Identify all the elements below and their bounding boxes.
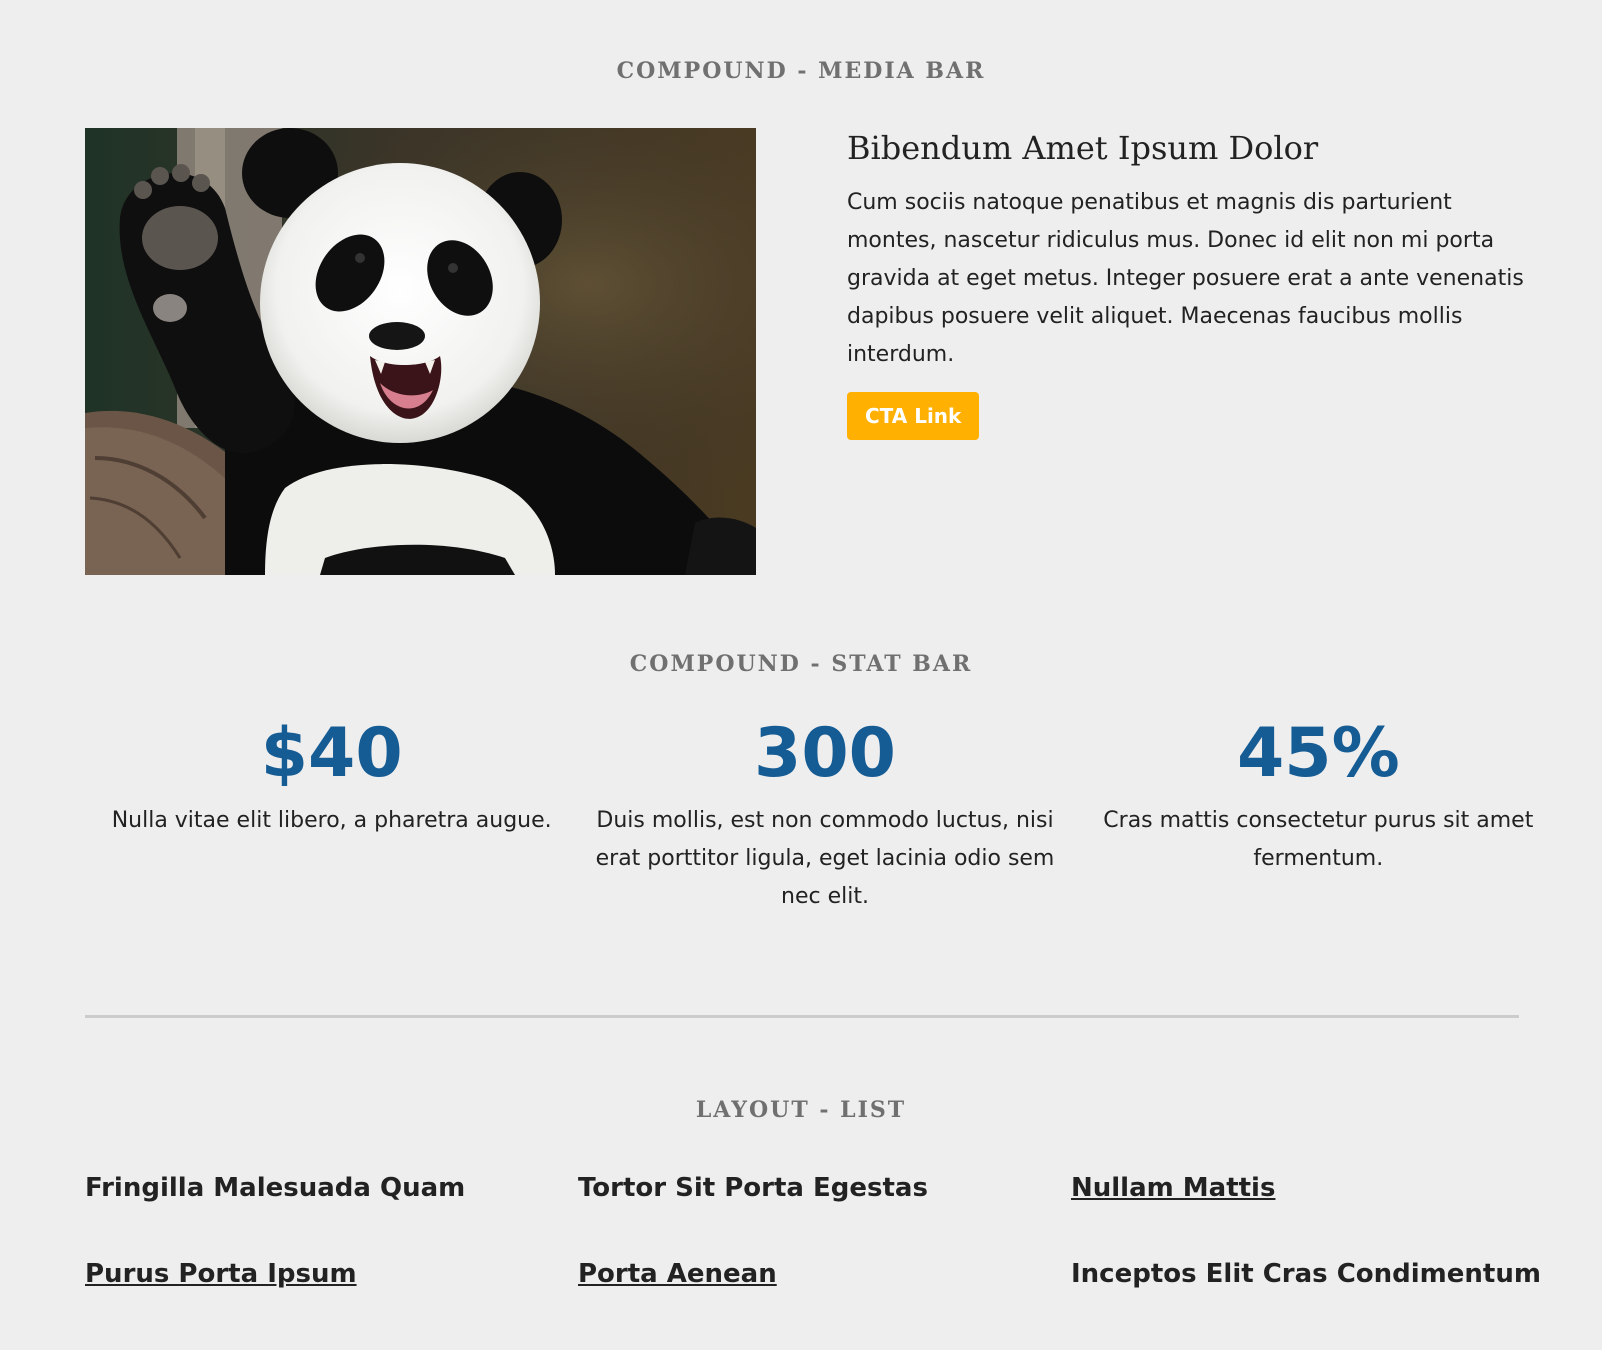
list-item: Tortor Sit Porta Egestas: [578, 1173, 928, 1203]
media-heading: Bibendum Amet Ipsum Dolor: [847, 129, 1319, 167]
list-item: Fringilla Malesuada Quam: [85, 1173, 466, 1203]
media-body-text: Cum sociis natoque penatibus et magnis d…: [847, 189, 1524, 367]
layout-list-section-title: LAYOUT - LIST: [695, 1097, 907, 1123]
media-bar-section-title: COMPOUND - MEDIA BAR: [616, 58, 986, 84]
list-item: Inceptos Elit Cras Condimentum: [1071, 1259, 1541, 1289]
panda-image: [85, 128, 756, 575]
cta-link-button[interactable]: CTA Link: [847, 391, 980, 440]
stat-item: $40 Nulla vitae elit libero, a pharetra …: [85, 720, 578, 916]
list-item-link[interactable]: Porta Aenean: [578, 1256, 1071, 1292]
stat-value: 45%: [1236, 714, 1400, 793]
stat-value: 300: [754, 714, 896, 793]
stat-bar: $40 Nulla vitae elit libero, a pharetra …: [85, 720, 1565, 916]
stat-item: 45% Cras mattis consectetur purus sit am…: [1072, 720, 1565, 916]
section-divider: [85, 1015, 1519, 1018]
list-item-link[interactable]: Nullam Mattis: [1071, 1170, 1565, 1206]
stat-description: Duis mollis, est non commodo luctus, nis…: [595, 808, 1055, 909]
list-item-link[interactable]: Purus Porta Ipsum: [85, 1256, 578, 1292]
stat-bar-section-title: COMPOUND - STAT BAR: [629, 651, 973, 677]
stat-value: $40: [260, 714, 403, 793]
layout-list: Fringilla Malesuada Quam Tortor Sit Port…: [85, 1170, 1565, 1292]
media-content: Bibendum Amet Ipsum Dolor Cum sociis nat…: [847, 128, 1527, 440]
stat-description: Cras mattis consectetur purus sit amet f…: [1103, 808, 1534, 871]
stat-description: Nulla vitae elit libero, a pharetra augu…: [111, 808, 552, 833]
stat-item: 300 Duis mollis, est non commodo luctus,…: [578, 720, 1071, 916]
